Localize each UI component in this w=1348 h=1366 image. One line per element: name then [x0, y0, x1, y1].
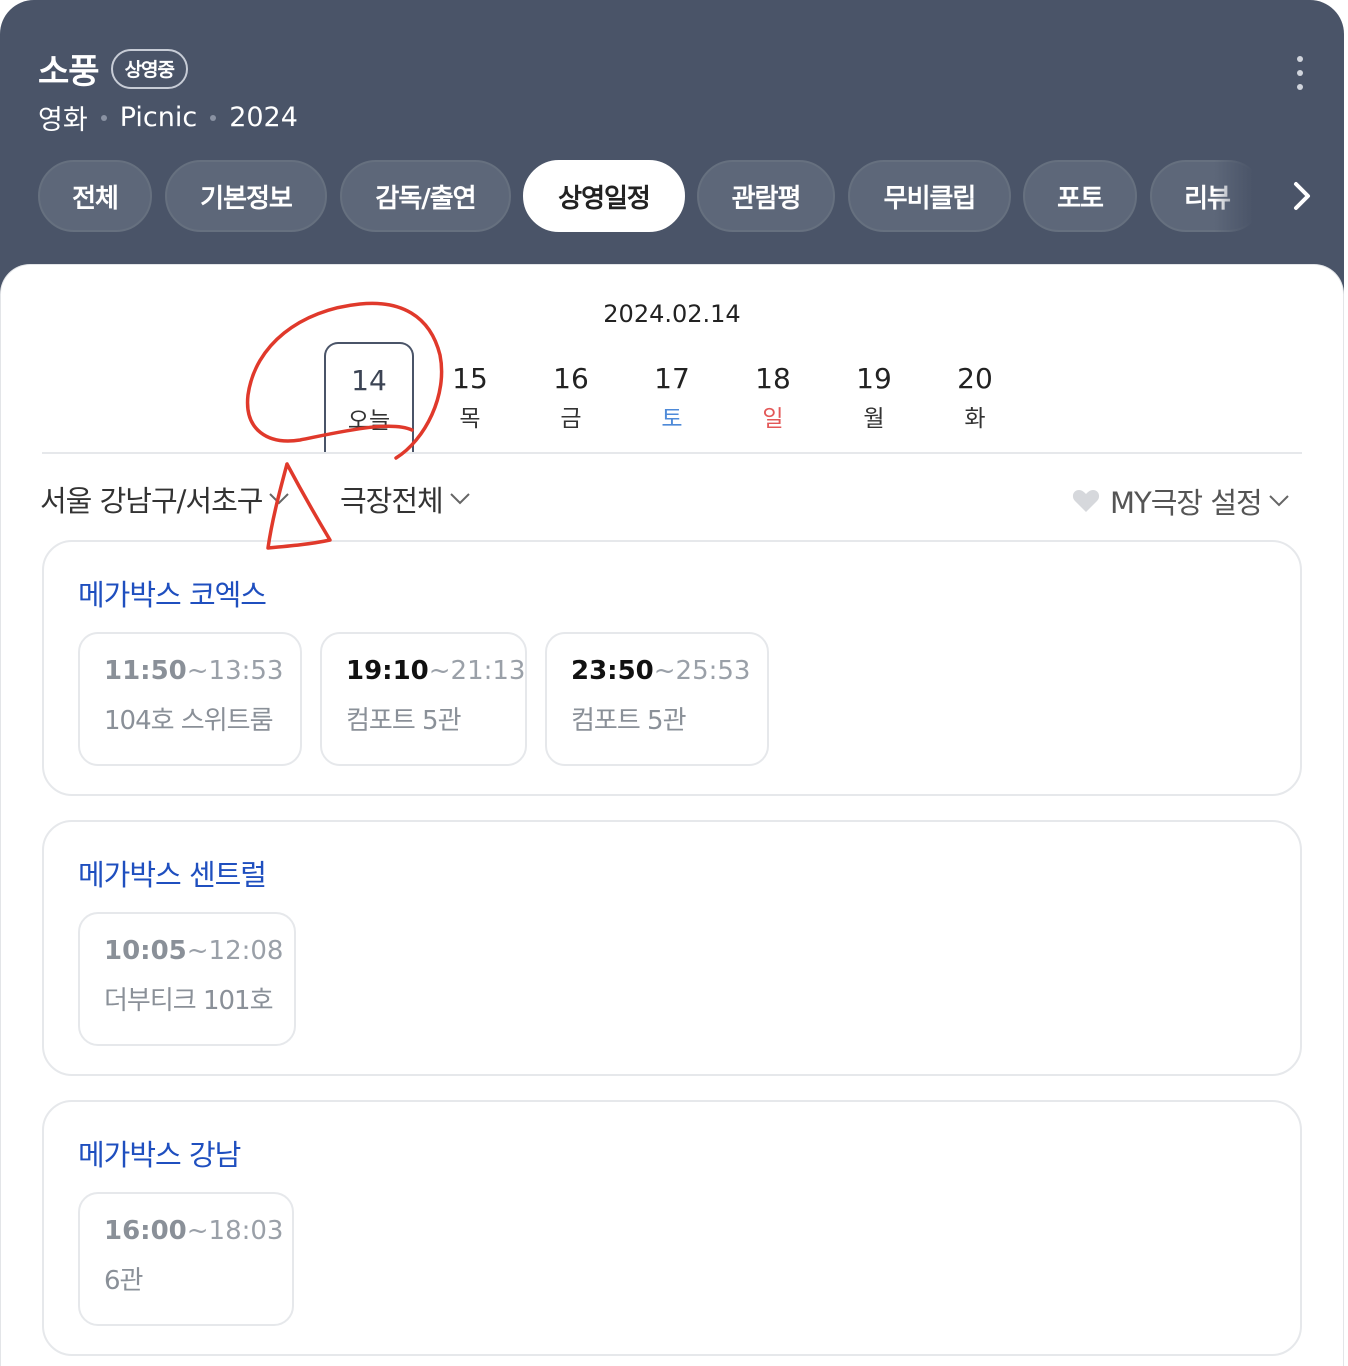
tab-ratings[interactable]: 관람평: [697, 160, 835, 232]
heart-icon: [1072, 490, 1100, 512]
day-tab-16[interactable]: 16 금: [526, 342, 616, 454]
theater-card: 메가박스 코엑스 11:50~13:53 104호 스위트룸 19:10~21:…: [42, 540, 1302, 796]
tab-photos[interactable]: 포토: [1023, 160, 1137, 232]
day-divider: [42, 452, 1302, 454]
showtime-start: 10:05: [104, 936, 187, 966]
my-theater-label: MY극장 설정: [1110, 486, 1263, 520]
day-weekday: 목: [459, 406, 481, 432]
day-tab-18[interactable]: 18 일: [728, 342, 818, 454]
screen-room: 104호 스위트룸: [104, 706, 274, 736]
region-dropdown[interactable]: 서울 강남구/서초구: [40, 478, 290, 520]
my-theater-setting[interactable]: MY극장 설정: [1072, 480, 1290, 522]
day-number: 19: [856, 362, 892, 395]
chevron-down-icon: [1268, 495, 1289, 507]
day-tab-19[interactable]: 19 월: [829, 342, 919, 454]
selected-date: 2024.02.14: [603, 300, 741, 328]
theater-name[interactable]: 메가박스 코엑스: [78, 572, 267, 614]
day-number: 18: [755, 362, 791, 395]
chevron-right-icon[interactable]: [1282, 176, 1322, 216]
theater-card: 메가박스 강남 16:00~18:03 6관: [42, 1100, 1302, 1356]
tab-cast[interactable]: 감독/출연: [340, 160, 511, 232]
tab-basic-info[interactable]: 기본정보: [165, 160, 327, 232]
showtime-start: 19:10: [346, 656, 429, 686]
showtime-start: 11:50: [104, 656, 187, 686]
chevron-down-icon: [450, 493, 470, 505]
tab-fade: [1214, 158, 1270, 234]
tab-all[interactable]: 전체: [38, 160, 152, 232]
day-weekday: 일: [762, 406, 784, 432]
day-number: 15: [452, 362, 488, 395]
screen-room: 6관: [104, 1266, 143, 1296]
day-tab-17[interactable]: 17 토: [627, 342, 717, 454]
theater-name[interactable]: 메가박스 센트럴: [78, 852, 267, 894]
showtime-button[interactable]: 11:50~13:53 104호 스위트룸: [78, 632, 302, 766]
movie-meta: 영화 Picnic 2024: [38, 98, 298, 137]
theater-dropdown[interactable]: 극장전체: [340, 478, 471, 520]
day-number: 17: [654, 362, 690, 395]
status-badge: 상영중: [110, 48, 189, 89]
showtime-end: ~12:08: [186, 936, 284, 966]
movie-header: 소풍 상영중 영화 Picnic 2024 전체 기본정보 감독/출연 상영일정…: [0, 0, 1344, 300]
screen-room: 컴포트 5관: [571, 706, 687, 736]
meta-original-title: Picnic: [119, 102, 198, 133]
day-weekday: 금: [560, 406, 582, 432]
showtime-start: 23:50: [571, 656, 654, 686]
day-number: 20: [957, 362, 993, 395]
day-weekday: 오늘: [347, 408, 391, 434]
showtime-button[interactable]: 16:00~18:03 6관: [78, 1192, 294, 1326]
chevron-down-icon: [269, 493, 290, 505]
showtime-end: ~21:13: [428, 656, 526, 686]
day-weekday: 화: [964, 406, 986, 432]
meta-type: 영화: [38, 105, 88, 136]
showtime-button[interactable]: 10:05~12:08 더부티크 101호: [78, 912, 296, 1046]
tab-bar: 전체 기본정보 감독/출연 상영일정 관람평 무비클립 포토 리뷰: [38, 160, 1258, 232]
tab-schedule[interactable]: 상영일정: [523, 160, 685, 232]
theater-name[interactable]: 메가박스 강남: [78, 1132, 241, 1174]
showtime-end: ~25:53: [653, 656, 751, 686]
vertical-ellipsis-icon[interactable]: [1290, 56, 1310, 90]
day-weekday: 토: [661, 406, 683, 432]
day-number: 16: [553, 362, 589, 395]
screen-room: 컴포트 5관: [346, 706, 462, 736]
title-row: 소풍 상영중: [38, 44, 189, 93]
showtime-button[interactable]: 23:50~25:53 컴포트 5관: [545, 632, 769, 766]
day-tab-14[interactable]: 14 오늘: [324, 342, 414, 454]
day-tab-15[interactable]: 15 목: [425, 342, 515, 454]
showtime-button[interactable]: 19:10~21:13 컴포트 5관: [320, 632, 527, 766]
tab-movie-clips[interactable]: 무비클립: [848, 160, 1011, 232]
separator-dot: [100, 114, 107, 121]
theater-filter-label: 극장전체: [340, 484, 444, 518]
screen-room: 더부티크 101호: [104, 986, 274, 1016]
showtime-end: ~13:53: [186, 656, 284, 686]
separator-dot: [210, 114, 217, 121]
day-tab-20[interactable]: 20 화: [930, 342, 1020, 454]
showtime-end: ~18:03: [186, 1216, 284, 1246]
region-label: 서울 강남구/서초구: [40, 484, 263, 518]
meta-year: 2024: [229, 102, 298, 133]
movie-title: 소풍: [38, 52, 100, 92]
day-number: 14: [351, 364, 387, 397]
theater-card: 메가박스 센트럴 10:05~12:08 더부티크 101호: [42, 820, 1302, 1076]
showtime-start: 16:00: [104, 1216, 187, 1246]
day-weekday: 월: [863, 406, 885, 432]
